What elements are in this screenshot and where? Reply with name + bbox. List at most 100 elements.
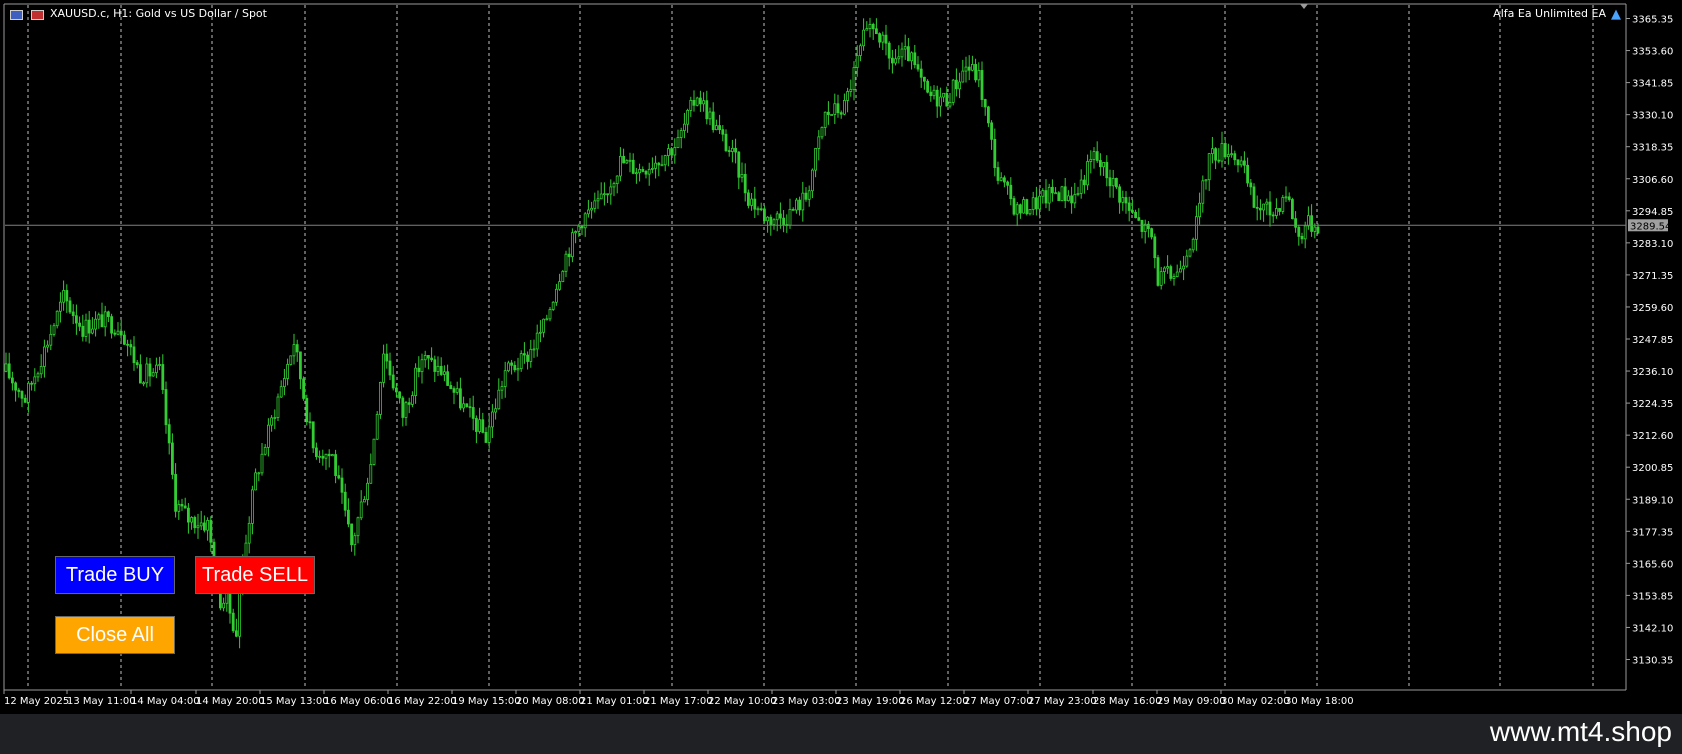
- candle: [654, 155, 657, 179]
- candle: [270, 415, 274, 432]
- candle: [372, 438, 376, 466]
- scroll-marker[interactable]: [1300, 4, 1308, 9]
- candle: [775, 211, 779, 232]
- candle: [378, 381, 382, 419]
- candle: [49, 324, 53, 351]
- candle: [865, 21, 869, 31]
- candle: [1243, 151, 1246, 174]
- candle: [1278, 208, 1281, 216]
- candle: [647, 162, 651, 186]
- candle: [145, 357, 149, 388]
- candle: [311, 421, 315, 453]
- candle: [193, 515, 197, 534]
- candle: [519, 350, 523, 372]
- candle: [593, 192, 597, 213]
- candle: [798, 196, 801, 216]
- candle: [369, 453, 373, 484]
- candle: [446, 364, 450, 386]
- footer-bar: [0, 714, 1682, 754]
- candle: [795, 197, 798, 214]
- candle: [1003, 175, 1006, 188]
- candle: [734, 138, 737, 164]
- candle: [190, 516, 194, 530]
- candle: [423, 350, 427, 368]
- candle: [705, 90, 709, 125]
- candle: [433, 355, 437, 383]
- candle: [603, 182, 606, 206]
- candle: [667, 143, 670, 167]
- candle-series: [4, 17, 1320, 649]
- x-tick-label: 30 May 18:00: [1285, 696, 1354, 707]
- candle: [836, 94, 840, 118]
- candle: [68, 297, 72, 315]
- candle: [81, 314, 85, 342]
- candle: [916, 56, 920, 72]
- candle: [78, 316, 81, 332]
- candle: [142, 381, 146, 387]
- candle: [849, 79, 853, 97]
- candle: [59, 292, 62, 323]
- candle: [177, 500, 181, 520]
- trade-buy-button[interactable]: Trade BUY: [55, 556, 175, 594]
- candle: [1127, 196, 1131, 222]
- candle: [116, 322, 120, 336]
- candle: [478, 407, 482, 434]
- candle: [574, 230, 577, 244]
- candle: [1118, 184, 1121, 214]
- candle: [196, 513, 200, 539]
- x-tick-label: 27 May 07:00: [964, 696, 1033, 707]
- candle: [1073, 182, 1077, 209]
- candle: [929, 86, 933, 102]
- candle: [1287, 192, 1291, 202]
- x-tick-label: 27 May 23:00: [1028, 696, 1097, 707]
- candle: [1067, 190, 1070, 202]
- candle: [631, 153, 635, 175]
- candle: [126, 339, 129, 357]
- candle: [1227, 143, 1230, 165]
- candle: [327, 449, 331, 468]
- candle: [1271, 211, 1275, 224]
- candle: [535, 324, 539, 357]
- candle: [1195, 205, 1198, 251]
- candle: [362, 496, 366, 503]
- candle: [481, 412, 485, 434]
- candle: [366, 477, 370, 506]
- candle: [833, 93, 837, 124]
- candle: [7, 352, 11, 380]
- candle: [1159, 266, 1163, 290]
- candle: [1230, 145, 1233, 158]
- x-tick-label: 12 May 2025: [4, 696, 69, 707]
- candle: [337, 465, 341, 480]
- candle: [20, 390, 24, 408]
- y-tick-label: 3341.85: [1632, 79, 1673, 90]
- candle: [686, 108, 689, 133]
- y-tick-label: 3224.35: [1632, 399, 1673, 410]
- y-tick-label: 3271.35: [1632, 271, 1673, 282]
- candle: [23, 394, 27, 403]
- candle: [843, 93, 846, 116]
- candle: [55, 310, 59, 329]
- candle: [699, 90, 702, 112]
- candle: [807, 185, 811, 207]
- candle: [590, 201, 593, 219]
- candle: [708, 107, 712, 126]
- candle: [257, 471, 261, 482]
- candle: [324, 453, 328, 470]
- candle: [231, 608, 235, 633]
- candle: [1095, 141, 1099, 163]
- candle: [1310, 204, 1313, 237]
- candle: [894, 49, 897, 66]
- candle: [996, 161, 1000, 185]
- candle: [1019, 203, 1022, 219]
- close-all-button[interactable]: Close All: [55, 616, 175, 654]
- candle: [452, 386, 456, 405]
- candle: [1115, 177, 1118, 189]
- candle: [401, 395, 405, 427]
- candle: [980, 61, 984, 108]
- candle: [958, 72, 961, 99]
- trade-sell-button[interactable]: Trade SELL: [195, 556, 315, 594]
- candle: [359, 490, 363, 521]
- y-tick-label: 3189.10: [1632, 495, 1673, 506]
- candle: [282, 368, 286, 396]
- x-tick-label: 19 May 15:00: [452, 696, 521, 707]
